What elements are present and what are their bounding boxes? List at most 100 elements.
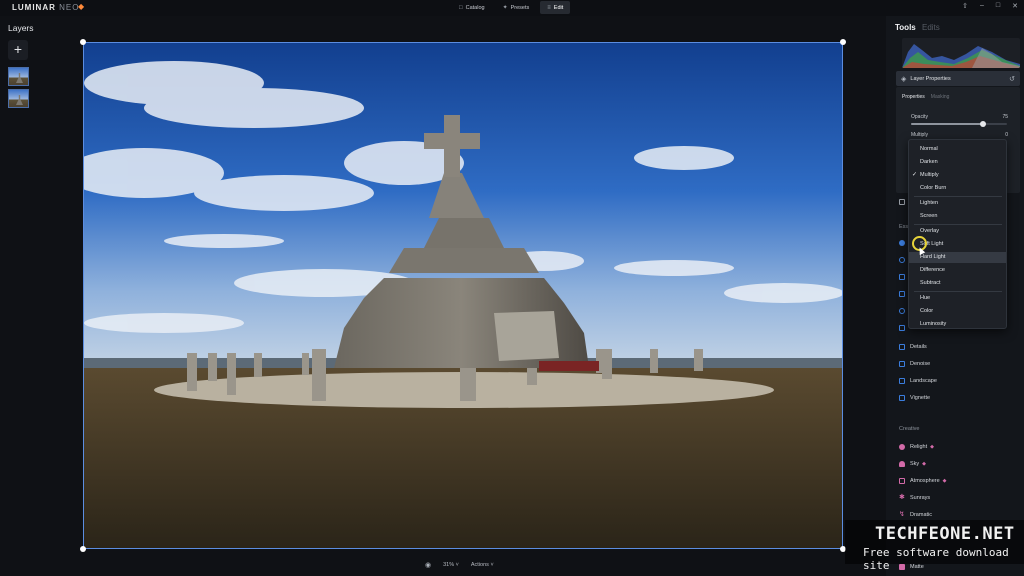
blend-option-screen[interactable]: Screen (909, 211, 1006, 222)
structure-icon (899, 273, 905, 280)
black-white-icon (899, 324, 905, 331)
histogram-graph (902, 44, 1020, 68)
presets-icon: ✦ (502, 5, 508, 11)
actions-label: Actions (470, 562, 489, 568)
layer-thumbnail-base[interactable] (8, 89, 29, 108)
landscape-icon (899, 377, 905, 384)
blend-option-normal[interactable]: Normal (909, 144, 1006, 155)
opacity-slider-fill (911, 123, 983, 125)
menu-divider (914, 291, 1002, 292)
blend-option-difference[interactable]: Difference (909, 265, 1006, 276)
tab-properties[interactable]: Properties (902, 94, 925, 100)
actions-menu[interactable]: Actions ˅ (471, 562, 494, 568)
flame-icon: ◆ (78, 2, 85, 11)
tool-dramatic[interactable]: ↯ Dramatic (899, 510, 932, 519)
tab-masking[interactable]: Masking (931, 94, 950, 100)
tool-atmosphere-label: Atmosphere (910, 477, 940, 484)
tool-vignette-label: Vignette (910, 394, 931, 401)
blend-option-hard-light[interactable]: Hard Light (909, 252, 1006, 263)
layer-thumbnail-top[interactable] (8, 67, 29, 86)
tool-vignette[interactable]: Vignette (899, 393, 930, 402)
atmosphere-icon (899, 477, 905, 484)
blend-mode-select[interactable]: Multiply (911, 132, 928, 138)
relight-icon (899, 443, 905, 450)
maximize-icon[interactable]: □ (996, 2, 1000, 10)
crop-handle-top-right[interactable] (840, 39, 846, 45)
tool-sky-label: Sky (910, 460, 920, 467)
crop-icon (899, 198, 905, 205)
essentials-title-fragment: Ess (899, 224, 909, 230)
brand-name: LUMINAR (12, 3, 56, 12)
menu-divider (914, 224, 1002, 225)
tool-dramatic-label: Dramatic (910, 511, 933, 518)
share-icon[interactable]: ⇧ (962, 2, 968, 10)
main-nav: □ Catalog ✦ Presets ≡ Edit (452, 1, 571, 14)
nav-presets-label: Presets (510, 4, 530, 11)
blend-option-overlay[interactable]: Overlay (909, 226, 1006, 237)
blend-option-label: Multiply (920, 172, 939, 178)
layers-title: Layers (8, 23, 34, 33)
app-logo: LUMINAR NEO (12, 3, 79, 12)
layer-properties-tabs: Properties Masking (902, 94, 949, 100)
menu-divider (914, 196, 1002, 197)
blend-option-luminosity[interactable]: Luminosity (909, 319, 1006, 330)
tab-tools[interactable]: Tools (895, 23, 916, 32)
blend-option-color-burn[interactable]: Color Burn (909, 183, 1006, 194)
ai-badge-icon: ◆ (930, 443, 934, 450)
blend-option-subtract[interactable]: Subtract (909, 278, 1006, 289)
watermark-title: TECHFEONE.NET (875, 524, 1015, 544)
blend-mode-dropdown: Normal Darken ✓ Multiply Color Burn Lighten Sc… (908, 139, 1007, 329)
folder-icon: □ (459, 4, 463, 11)
cloud-icon (899, 460, 905, 467)
tool-atmosphere[interactable]: Atmosphere ◆ (899, 476, 947, 485)
layer-properties-header[interactable]: ◈ Layer Properties ↺ (896, 71, 1020, 86)
nav-edit-label: Edit (553, 4, 564, 11)
tab-edits[interactable]: Edits (922, 23, 940, 32)
tool-denoise-label: Denoise (910, 360, 931, 367)
brand-suffix: NEO (59, 3, 80, 12)
photo-canvas[interactable] (83, 42, 843, 549)
opacity-label: Opacity (911, 114, 928, 120)
blend-option-color[interactable]: Color (909, 306, 1006, 317)
watermark-subtitle: Free software download site (863, 546, 1009, 572)
close-icon[interactable]: ✕ (1012, 2, 1018, 10)
tool-relight[interactable]: Relight ◆ (899, 442, 934, 451)
nav-catalog-label: Catalog (465, 4, 485, 11)
checkmark-icon: ✓ (912, 172, 918, 178)
sliders-icon: ≡ (547, 4, 551, 11)
blend-option-darken[interactable]: Darken (909, 157, 1006, 168)
tool-sunrays-label: Sunrays (910, 494, 931, 501)
color-icon (899, 290, 905, 297)
blend-option-multiply[interactable]: ✓ Multiply (909, 170, 1006, 181)
tool-relight-label: Relight (910, 443, 928, 450)
crop-handle-bottom-left[interactable] (80, 546, 86, 552)
tool-denoise[interactable]: Denoise (899, 359, 930, 368)
tool-sky[interactable]: Sky ◆ (899, 459, 926, 468)
add-layer-button[interactable]: + (8, 40, 28, 60)
tool-sunrays[interactable]: ✱ Sunrays (899, 493, 930, 502)
details-icon (899, 343, 905, 350)
blend-option-lighten[interactable]: Lighten (909, 198, 1006, 209)
eye-icon[interactable]: ◉ (425, 561, 431, 569)
zoom-level[interactable]: 31% ˅ (443, 562, 459, 568)
light-icon (899, 239, 905, 246)
blend-mode-value: 0 (1005, 132, 1008, 138)
tool-landscape-label: Landscape (910, 377, 937, 384)
tool-details[interactable]: Details (899, 342, 927, 351)
minimize-icon[interactable]: – (980, 2, 984, 10)
blend-option-hue[interactable]: Hue (909, 293, 1006, 304)
layers-icon: ◈ (901, 75, 907, 83)
watermark: TECHFEONE.NET Free software download sit… (845, 520, 1024, 572)
photo-image (84, 43, 842, 548)
opacity-slider[interactable] (911, 121, 1007, 127)
denoise-icon (899, 360, 905, 367)
creative-title: Creative (899, 426, 920, 432)
nav-edit[interactable]: ≡ Edit (540, 1, 571, 14)
nav-presets[interactable]: ✦ Presets (496, 1, 537, 14)
vignette-icon (899, 394, 905, 401)
tool-landscape[interactable]: Landscape (899, 376, 937, 385)
nav-catalog[interactable]: □ Catalog (452, 1, 492, 14)
opacity-slider-knob[interactable] (980, 121, 986, 127)
crop-handle-top-left[interactable] (80, 39, 86, 45)
reset-icon[interactable]: ↺ (1009, 75, 1015, 83)
